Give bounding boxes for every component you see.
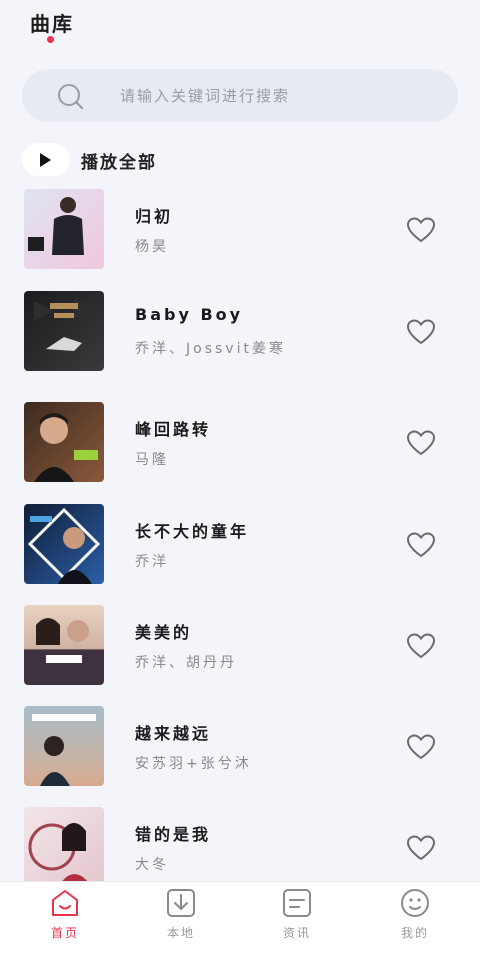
- album-cover: [24, 189, 104, 269]
- profile-icon: [401, 889, 429, 917]
- song-title: 峰回路转: [135, 420, 212, 439]
- song-title: 美美的: [135, 623, 193, 642]
- tab-home[interactable]: 首页: [5, 882, 125, 957]
- news-icon: [283, 889, 311, 917]
- album-cover: [24, 291, 104, 371]
- download-icon: [167, 889, 195, 917]
- search-icon: [58, 84, 84, 110]
- search-input-placeholder[interactable]: 请输入关键词进行搜索: [120, 85, 290, 106]
- song-item[interactable]: 归初 杨昊: [0, 187, 480, 288]
- header: 曲库: [0, 0, 480, 60]
- album-cover: [24, 605, 104, 685]
- tab-label: 本地: [166, 926, 195, 940]
- page-title: 曲库: [30, 12, 74, 36]
- song-item[interactable]: 美美的 乔洋、胡丹丹: [0, 603, 480, 704]
- tab-local[interactable]: 本地: [121, 882, 241, 957]
- song-artist: 杨昊: [135, 239, 169, 255]
- heart-icon[interactable]: [406, 834, 436, 862]
- tab-label: 首页: [50, 926, 79, 940]
- song-title: Baby Boy: [135, 305, 244, 324]
- song-artist: 乔洋: [135, 554, 169, 570]
- song-artist: 大冬: [135, 857, 169, 873]
- album-cover: [24, 706, 104, 786]
- song-title: 长不大的童年: [135, 522, 250, 541]
- heart-icon[interactable]: [406, 318, 436, 346]
- tab-profile[interactable]: 我的: [355, 882, 475, 957]
- song-item[interactable]: 错的是我 大冬: [0, 805, 480, 881]
- play-icon: [40, 153, 51, 167]
- album-cover: [24, 504, 104, 584]
- song-title: 归初: [135, 207, 174, 226]
- song-item[interactable]: 长不大的童年 乔洋: [0, 502, 480, 603]
- bottom-tab-bar: 首页 本地 资讯 我的: [0, 881, 480, 957]
- song-title: 错的是我: [135, 825, 212, 844]
- tab-news[interactable]: 资讯: [237, 882, 357, 957]
- song-artist: 马隆: [135, 452, 169, 468]
- song-title: 越来越远: [135, 724, 212, 743]
- song-item[interactable]: Baby Boy 乔洋、Jossvit姜寒: [0, 289, 480, 390]
- heart-icon[interactable]: [406, 216, 436, 244]
- heart-icon[interactable]: [406, 733, 436, 761]
- heart-icon[interactable]: [406, 429, 436, 457]
- home-icon: [52, 890, 78, 916]
- heart-icon[interactable]: [406, 632, 436, 660]
- album-cover: [24, 402, 104, 482]
- play-all-row[interactable]: 播放全部: [22, 143, 322, 177]
- song-artist: 乔洋、胡丹丹: [135, 655, 237, 671]
- play-all-button[interactable]: [22, 143, 70, 176]
- song-item[interactable]: 越来越远 安苏羽+张兮沐: [0, 704, 480, 805]
- tab-label: 资讯: [282, 926, 311, 940]
- song-artist: 安苏羽+张兮沐: [135, 756, 252, 772]
- album-cover: [24, 807, 104, 881]
- heart-icon[interactable]: [406, 531, 436, 559]
- play-all-label[interactable]: 播放全部: [81, 148, 157, 173]
- tab-label: 我的: [400, 926, 429, 940]
- search-bar[interactable]: 请输入关键词进行搜索: [22, 69, 458, 122]
- song-list: 归初 杨昊 Baby Boy 乔洋、Jossvit姜寒 峰回路转 马隆 长不大的…: [0, 187, 480, 881]
- song-item[interactable]: 峰回路转 马隆: [0, 400, 480, 501]
- song-artist: 乔洋、Jossvit姜寒: [135, 341, 286, 357]
- title-indicator-dot: [47, 36, 54, 43]
